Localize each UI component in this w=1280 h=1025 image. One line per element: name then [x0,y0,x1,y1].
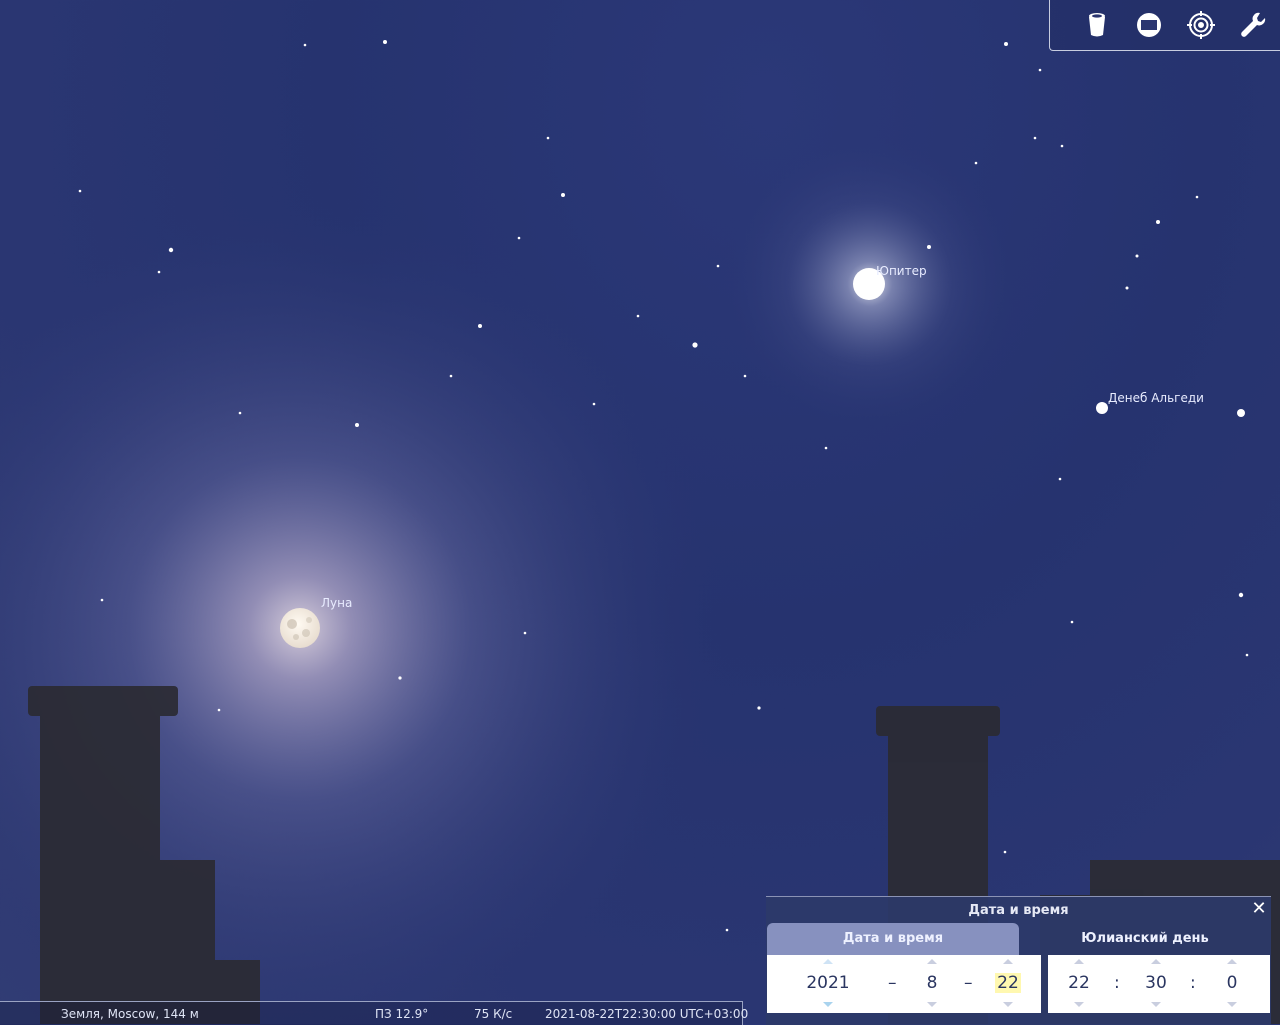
hour-value[interactable]: 22 [1063,973,1095,993]
fov-text: ПЗ 12.9° [375,1007,429,1021]
minute-up-arrow[interactable] [1151,959,1161,964]
fps-text: 75 К/с [474,1007,513,1021]
time-separator: : [1190,973,1196,993]
year-down-arrow[interactable] [823,1002,833,1007]
month-up-arrow[interactable] [927,959,937,964]
datetime-text[interactable]: 2021-08-22Т22:30:00 UTC+03:00 [545,1007,748,1021]
trash-bin-icon[interactable] [1082,10,1112,40]
jupiter-label: Юпитер [876,264,927,278]
date-panel: 2021 – 8 – 22 [767,955,1041,1013]
day-value[interactable]: 22 [993,973,1023,993]
hour-spinbox[interactable]: 22 [1063,955,1095,1013]
tab-date-time[interactable]: Дата и время [767,923,1019,955]
deneb-algedi-star[interactable] [1096,402,1108,414]
minute-down-arrow[interactable] [1151,1002,1161,1007]
month-down-arrow[interactable] [927,1002,937,1007]
window-title[interactable]: Дата и время [766,903,1271,918]
location-text[interactable]: Земля, Moscow, 144 м [61,1007,199,1021]
month-spinbox[interactable]: 8 [917,955,947,1013]
second-value[interactable]: 0 [1216,973,1248,993]
deneb-algedi-label: Денеб Альгеди [1108,391,1204,405]
second-down-arrow[interactable] [1227,1002,1237,1007]
target-icon[interactable] [1186,10,1216,40]
year-value[interactable]: 2021 [797,973,859,993]
date-separator: – [888,973,897,993]
close-icon[interactable]: ✕ [1251,900,1267,918]
tab-julian-day[interactable]: Юлианский день [1019,923,1271,955]
second-spinbox[interactable]: 0 [1216,955,1248,1013]
top-toolbar [1049,0,1280,51]
moon-label: Луна [321,596,353,610]
time-panel: 22 : 30 : 0 [1048,955,1270,1013]
day-up-arrow[interactable] [1003,959,1013,964]
hour-down-arrow[interactable] [1074,1002,1084,1007]
month-value[interactable]: 8 [917,973,947,993]
minute-value[interactable]: 30 [1140,973,1172,993]
second-up-arrow[interactable] [1227,959,1237,964]
date-separator: – [964,973,973,993]
day-spinbox[interactable]: 22 [993,955,1023,1013]
year-spinbox[interactable]: 2021 [797,955,859,1013]
datetime-window: Дата и время ✕ Дата и время Юлианский де… [766,896,1271,1025]
day-down-arrow[interactable] [1003,1002,1013,1007]
wrench-icon[interactable] [1238,10,1268,40]
minute-spinbox[interactable]: 30 [1140,955,1172,1013]
screen-window-icon[interactable] [1134,10,1164,40]
status-bar: Земля, Moscow, 144 м ПЗ 12.9° 75 К/с 202… [0,1001,748,1025]
day-value-text[interactable]: 22 [995,973,1021,993]
sky-view[interactable] [0,0,1280,1024]
time-separator: : [1114,973,1120,993]
year-up-arrow[interactable] [823,959,833,964]
hour-up-arrow[interactable] [1074,959,1084,964]
moon[interactable] [280,608,320,648]
